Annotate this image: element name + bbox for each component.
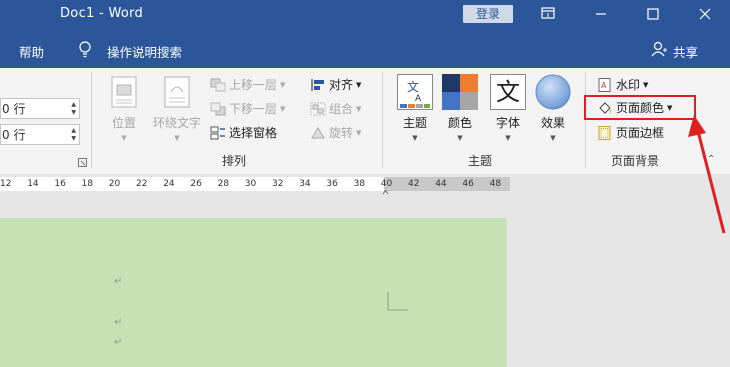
window-title: Doc1 - Word — [60, 6, 144, 21]
share-person-icon[interactable] — [651, 41, 667, 60]
bring-forward-button[interactable]: 上移一层 ▼ — [210, 76, 285, 95]
arrange-group-label: 排列 — [222, 154, 247, 168]
chevron-down-icon: ▼ — [505, 134, 511, 142]
paragraph-mark: ↵ — [114, 276, 123, 287]
share-button[interactable]: 共享 — [673, 42, 698, 61]
position-icon — [111, 76, 137, 111]
margin-corner-mark — [386, 292, 410, 315]
title-bar: Doc1 - Word 登录 — [0, 0, 730, 30]
ruler-tick-label: 48 — [489, 179, 502, 189]
page-background-group-label: 页面背景 — [611, 154, 660, 168]
paragraph-mark: ↵ — [114, 337, 123, 348]
spin-up-icon[interactable]: ▲ — [71, 101, 76, 108]
ruler-tick-label: 36 — [326, 179, 338, 189]
svg-text:A: A — [415, 94, 422, 104]
sign-in-button[interactable]: 登录 — [463, 5, 513, 23]
colors-label: 颜色 — [447, 116, 472, 130]
ruler-tick-label: 12 — [0, 179, 12, 189]
spacing-after-value: 0 行 — [2, 128, 26, 142]
maximize-icon[interactable] — [640, 3, 666, 25]
ruler-tick-label: 22 — [136, 179, 148, 189]
document-page[interactable]: ↵ ↵ ↵ — [0, 218, 507, 367]
tell-me-search[interactable]: 操作说明搜索 — [107, 42, 182, 61]
svg-text:文: 文 — [407, 79, 419, 94]
send-backward-icon — [210, 102, 226, 116]
group-objects-icon — [310, 102, 326, 116]
effects-icon — [535, 74, 571, 113]
send-backward-button[interactable]: 下移一层 ▼ — [210, 100, 285, 119]
wrap-text-label: 环绕文字 — [152, 116, 201, 130]
horizontal-ruler[interactable]: 12 14 16 18 20 22 24 26 28 30 32 34 36 38 40 42 44 46 48 — [0, 174, 730, 197]
ruler-tick-label: 20 — [108, 179, 121, 189]
close-icon[interactable] — [692, 3, 718, 25]
chevron-down-icon: ▼ — [121, 134, 127, 142]
menu-bar: 帮助 操作说明搜索 共享 — [0, 30, 730, 68]
ruler-tick-label: 30 — [244, 179, 257, 189]
selection-pane-button[interactable]: 选择窗格 — [210, 124, 277, 143]
ruler-tick-label: 44 — [435, 179, 447, 189]
group-objects-button[interactable]: 组合 ▼ — [310, 100, 361, 119]
spacing-before-field[interactable]: 0 行 ▲ ▼ — [0, 98, 80, 119]
svg-text:A: A — [601, 81, 607, 90]
spacing-before-value: 0 行 — [2, 102, 26, 116]
bring-forward-icon — [210, 78, 226, 92]
watermark-button[interactable]: A 水印 ▼ — [597, 76, 648, 95]
position-label: 位置 — [111, 116, 136, 130]
spin-up-icon[interactable]: ▲ — [71, 127, 76, 134]
group-separator — [382, 72, 383, 168]
ribbon-display-options-icon[interactable] — [535, 3, 561, 25]
lightbulb-icon — [78, 41, 92, 62]
ruler-tick-label: 34 — [299, 179, 311, 189]
minimize-icon[interactable] — [588, 3, 614, 25]
group-separator — [91, 72, 92, 168]
paragraph-mark: ↵ — [114, 317, 123, 328]
selection-pane-icon — [210, 126, 226, 140]
rotate-button[interactable]: 旋转 ▼ — [310, 124, 361, 143]
watermark-icon: A — [597, 77, 613, 92]
help-tab[interactable]: 帮助 — [19, 42, 44, 61]
page-borders-icon — [597, 125, 613, 140]
ruler-tick-label: 42 — [408, 179, 420, 189]
ruler-tick-label: 32 — [272, 179, 284, 189]
ruler-tick-label: 38 — [353, 179, 366, 189]
chevron-down-icon: ▼ — [174, 134, 180, 142]
ruler-tick-label: 18 — [81, 179, 94, 189]
ruler-tick-label: 14 — [27, 179, 39, 189]
spacing-after-field[interactable]: 0 行 ▲ ▼ — [0, 124, 80, 145]
spin-down-icon[interactable]: ▼ — [71, 135, 76, 142]
align-button[interactable]: 对齐 ▼ — [310, 76, 361, 95]
ruler-tick-label: 16 — [54, 179, 66, 189]
dialog-launcher-icon[interactable] — [78, 156, 87, 170]
color-palette-icon — [442, 74, 478, 113]
align-icon — [310, 78, 326, 92]
annotation-arrow-icon — [688, 115, 726, 234]
themes-group-label: 主题 — [468, 154, 493, 168]
fonts-label: 字体 — [495, 116, 520, 130]
effects-label: 效果 — [540, 116, 565, 130]
ruler-tick-label: 26 — [190, 179, 202, 189]
themes-icon: 文A — [397, 74, 433, 113]
wrap-text-icon — [164, 76, 190, 111]
document-workspace: ↵ ↵ ↵ — [0, 194, 730, 367]
ruler-tick-label: 28 — [217, 179, 230, 189]
themes-label: 主题 — [402, 116, 427, 130]
ruler-tick-label: 46 — [462, 179, 474, 189]
chevron-down-icon: ▼ — [550, 134, 556, 142]
chevron-down-icon: ▼ — [457, 134, 463, 142]
ribbon-layout: 0 行 ▲ ▼ 0 行 ▲ ▼ 位置 ▼ 环绕文字 ▼ 上移一层 ▼ 下移一层 ▼ … — [0, 68, 730, 175]
rotate-icon — [310, 126, 326, 140]
chevron-down-icon: ▼ — [412, 134, 418, 142]
spin-down-icon[interactable]: ▼ — [71, 109, 76, 116]
fonts-icon: 文 — [490, 74, 526, 110]
ruler-tick-label: 24 — [163, 179, 175, 189]
group-separator — [585, 72, 586, 168]
page-borders-button[interactable]: 页面边框 — [597, 124, 664, 143]
